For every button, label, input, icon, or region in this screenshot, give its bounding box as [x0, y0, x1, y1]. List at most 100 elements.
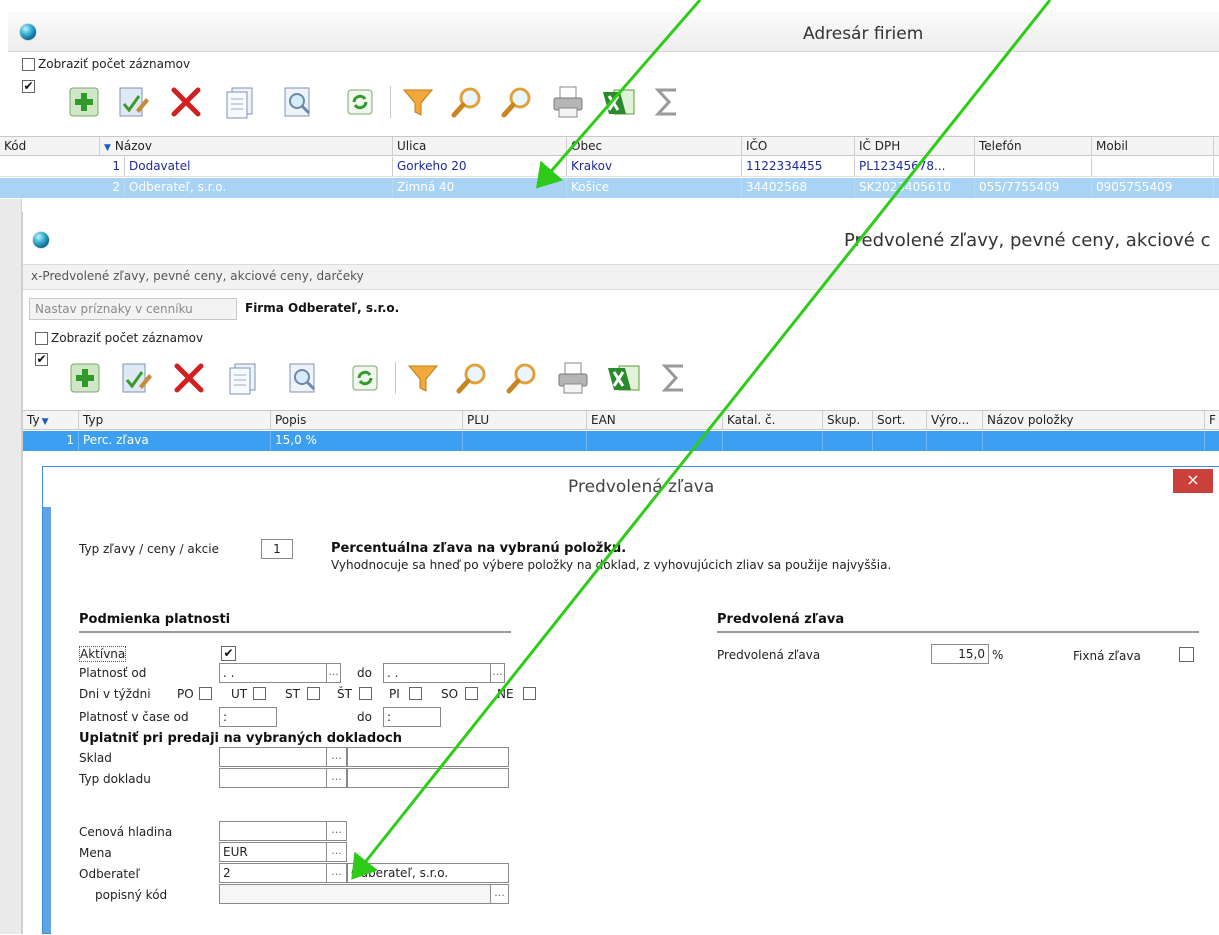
search-next-icon[interactable]: [500, 84, 536, 120]
popisny-kod-label: popisný kód: [95, 888, 168, 902]
sklad-picker[interactable]: ...: [327, 747, 347, 767]
grid1-col-telefon[interactable]: Telefón: [975, 137, 1092, 155]
show-count-checkbox[interactable]: [22, 58, 35, 71]
grid1-col-obec[interactable]: Obec: [567, 137, 742, 155]
grid2-col-nazov[interactable]: Názov položky: [983, 411, 1205, 429]
excel-icon[interactable]: [600, 84, 636, 120]
day-st-checkbox[interactable]: [307, 687, 320, 700]
cell-obec: Krakov: [567, 157, 742, 176]
mena-picker[interactable]: ...: [327, 842, 347, 862]
filter-icon[interactable]: [400, 84, 436, 120]
print-icon[interactable]: [550, 84, 586, 120]
close-button[interactable]: ×: [1173, 469, 1213, 493]
cas-od-field[interactable]: :: [219, 707, 277, 727]
grid1-col-ico[interactable]: IČO: [742, 137, 855, 155]
cenova-hladina-picker[interactable]: ...: [327, 821, 347, 841]
sum-icon[interactable]: [657, 360, 693, 396]
app-orb-icon: [33, 232, 49, 248]
platnost-od-picker[interactable]: ...: [327, 663, 341, 683]
set-flags-button[interactable]: Nastav príznaky v cenníku: [29, 298, 237, 320]
cas-do-field[interactable]: :: [383, 707, 441, 727]
cell-mobil: [1092, 157, 1214, 176]
day-so-checkbox[interactable]: [465, 687, 478, 700]
day-ne-checkbox[interactable]: [523, 687, 536, 700]
print-icon[interactable]: [555, 360, 591, 396]
sort-desc-icon: ▼: [104, 143, 111, 153]
typ-field[interactable]: 1: [261, 539, 293, 559]
toolbar-2: [61, 358, 751, 398]
odberatel-picker[interactable]: ...: [327, 863, 347, 883]
preview-icon[interactable]: [285, 360, 321, 396]
table-row-selected[interactable]: 2 Odberateľ, s.r.o. Zimná 40 Košice 3440…: [0, 178, 1219, 198]
day-po-checkbox[interactable]: [199, 687, 212, 700]
show-count-checkbox[interactable]: [35, 332, 48, 345]
odberatel-label: Odberateľ: [79, 867, 140, 881]
aktivna-checkbox[interactable]: ✔: [221, 646, 236, 661]
search-next-icon[interactable]: [505, 360, 541, 396]
platnost-od-label: Platnosť od: [79, 666, 147, 680]
section-discount-line: [717, 631, 1199, 633]
grid1-col-nazov[interactable]: ▼ Názov: [100, 137, 393, 155]
grid1-col-mobil[interactable]: Mobil: [1092, 137, 1214, 155]
copy-icon[interactable]: [225, 360, 261, 396]
copy-icon[interactable]: [222, 84, 258, 120]
toolbar-1: [60, 82, 740, 122]
excel-icon[interactable]: [605, 360, 641, 396]
preview-icon[interactable]: [280, 84, 316, 120]
grid2-col-skup[interactable]: Skup.: [823, 411, 873, 429]
sklad-field[interactable]: [219, 747, 327, 767]
grid2-col-ean[interactable]: EAN: [587, 411, 723, 429]
add-icon[interactable]: [66, 84, 102, 120]
select-all-checkbox[interactable]: ✔: [35, 353, 48, 366]
table-row[interactable]: 1 Dodavatel Gorkeho 20 Krakov 1122334455…: [0, 157, 1219, 177]
window1-left-border: [0, 199, 22, 934]
refresh-icon[interactable]: [347, 360, 383, 396]
discount-value-field[interactable]: 15,0: [931, 644, 989, 664]
section-discount: Predvolená zľava: [717, 612, 845, 627]
day-pi-checkbox[interactable]: [409, 687, 422, 700]
grid2-col-typ[interactable]: Typ: [79, 411, 271, 429]
table-row-selected[interactable]: 1 Perc. zľava 15,0 %: [23, 431, 1219, 451]
cell-icdph: PL12345678...: [855, 157, 975, 176]
popisny-kod-picker[interactable]: ...: [491, 884, 509, 904]
cell-ulica: Gorkeho 20: [393, 157, 567, 176]
search-icon[interactable]: [455, 360, 491, 396]
typ-dokladu-field[interactable]: [219, 768, 327, 788]
add-icon[interactable]: [67, 360, 103, 396]
odberatel-field[interactable]: 2: [219, 863, 327, 883]
grid2-col-plu[interactable]: PLU: [463, 411, 587, 429]
day-ut-checkbox[interactable]: [253, 687, 266, 700]
select-all-checkbox[interactable]: ✔: [22, 80, 35, 93]
show-count-label: Zobraziť počet záznamov: [38, 57, 191, 71]
delete-icon[interactable]: [171, 360, 207, 396]
grid2-col-popis[interactable]: Popis: [271, 411, 463, 429]
fixed-checkbox[interactable]: [1179, 647, 1194, 662]
typ-dokladu-picker[interactable]: ...: [327, 768, 347, 788]
edit-icon[interactable]: [114, 84, 150, 120]
mena-field[interactable]: EUR: [219, 842, 327, 862]
filter-icon[interactable]: [405, 360, 441, 396]
grid2-col-sort[interactable]: Sort.: [873, 411, 927, 429]
day-po-label: PO: [177, 687, 194, 701]
platnost-do-label: do: [357, 666, 372, 680]
delete-icon[interactable]: [168, 84, 204, 120]
grid2-col-katal[interactable]: Katal. č.: [723, 411, 823, 429]
typ-label: Typ zľavy / ceny / akcie: [79, 542, 219, 556]
grid1-col-kod[interactable]: Kód: [0, 137, 100, 155]
grid1-col-icdph[interactable]: IČ DPH: [855, 137, 975, 155]
platnost-do-field[interactable]: . .: [383, 663, 491, 683]
refresh-icon[interactable]: [342, 84, 378, 120]
grid2-col-vyrobca[interactable]: Výro...: [927, 411, 983, 429]
platnost-od-field[interactable]: . .: [219, 663, 327, 683]
cenova-hladina-field[interactable]: [219, 821, 327, 841]
platnost-do-picker[interactable]: ...: [491, 663, 505, 683]
edit-icon[interactable]: [117, 360, 153, 396]
odberatel-name-field: Odberateľ, s.r.o.: [347, 863, 509, 883]
popisny-kod-field[interactable]: [219, 884, 491, 904]
grid2-col-f[interactable]: F: [1205, 411, 1219, 429]
grid1-col-ulica[interactable]: Ulica: [393, 137, 567, 155]
grid2-col-ty[interactable]: Ty ▼: [23, 411, 79, 429]
search-icon[interactable]: [450, 84, 486, 120]
day-st2-checkbox[interactable]: [359, 687, 372, 700]
sum-icon[interactable]: [650, 84, 686, 120]
